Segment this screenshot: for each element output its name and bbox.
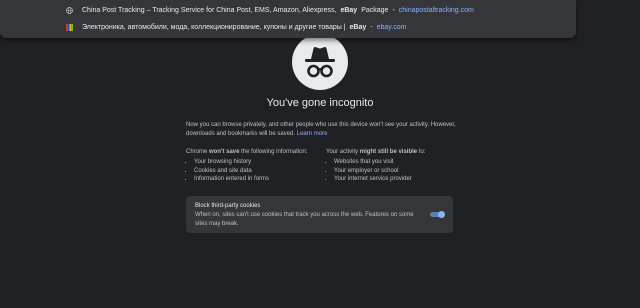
not-saved-list: Chrome won't save the following informat…: [186, 149, 321, 184]
omnibox-suggestions: China Post Tracking – Tracking Service f…: [0, 0, 576, 38]
suggestion-match: eBay: [340, 6, 358, 14]
suggestion-url: ebay.com: [376, 23, 407, 31]
block-cookies-toggle[interactable]: [430, 211, 445, 218]
suggestion-row-chinapost[interactable]: China Post Tracking – Tracking Service f…: [0, 1, 576, 19]
globe-icon: [66, 6, 73, 14]
incognito-icon: [292, 34, 348, 90]
page-title: You've gone incognito: [266, 97, 374, 109]
cookie-card-title: Block third-party cookies: [195, 203, 261, 209]
list-item: Your employer or school: [334, 167, 466, 176]
list-item: Websites that you visit: [334, 158, 466, 167]
learn-more-link[interactable]: Learn more: [297, 131, 328, 137]
cookie-card-description: When on, sites can't use cookies that tr…: [195, 212, 414, 227]
list-item: Your browsing history: [194, 158, 321, 167]
suggestion-match: eBay: [349, 23, 367, 31]
list-item: Your internet service provider: [334, 175, 466, 184]
still-visible-list: Your activity might still be visible to:…: [326, 149, 466, 184]
suggestion-title-suffix: Package: [361, 6, 389, 14]
toggle-knob: [438, 211, 445, 218]
suggestion-title: Электроника, автомобили, мода, коллекцио…: [82, 23, 346, 31]
not-saved-heading: Chrome won't save the following informat…: [186, 149, 308, 155]
suggestion-url: chinapostaltracking.com: [398, 6, 474, 14]
suggestion-title: China Post Tracking – Tracking Service f…: [82, 6, 337, 14]
still-visible-heading: Your activity might still be visible to:: [326, 149, 426, 155]
list-item: Information entered in forms: [194, 175, 321, 184]
third-party-cookies-card: Block third-party cookies When on, sites…: [186, 196, 453, 233]
incognito-intro: Now you can browse privately, and other …: [186, 121, 458, 138]
suggestion-dash: -: [370, 23, 373, 31]
suggestion-row-ebay[interactable]: Электроника, автомобили, мода, коллекцио…: [0, 18, 576, 36]
suggestion-dash: -: [392, 6, 395, 14]
ebay-favicon: [66, 23, 73, 31]
list-item: Cookies and site data: [194, 167, 321, 176]
